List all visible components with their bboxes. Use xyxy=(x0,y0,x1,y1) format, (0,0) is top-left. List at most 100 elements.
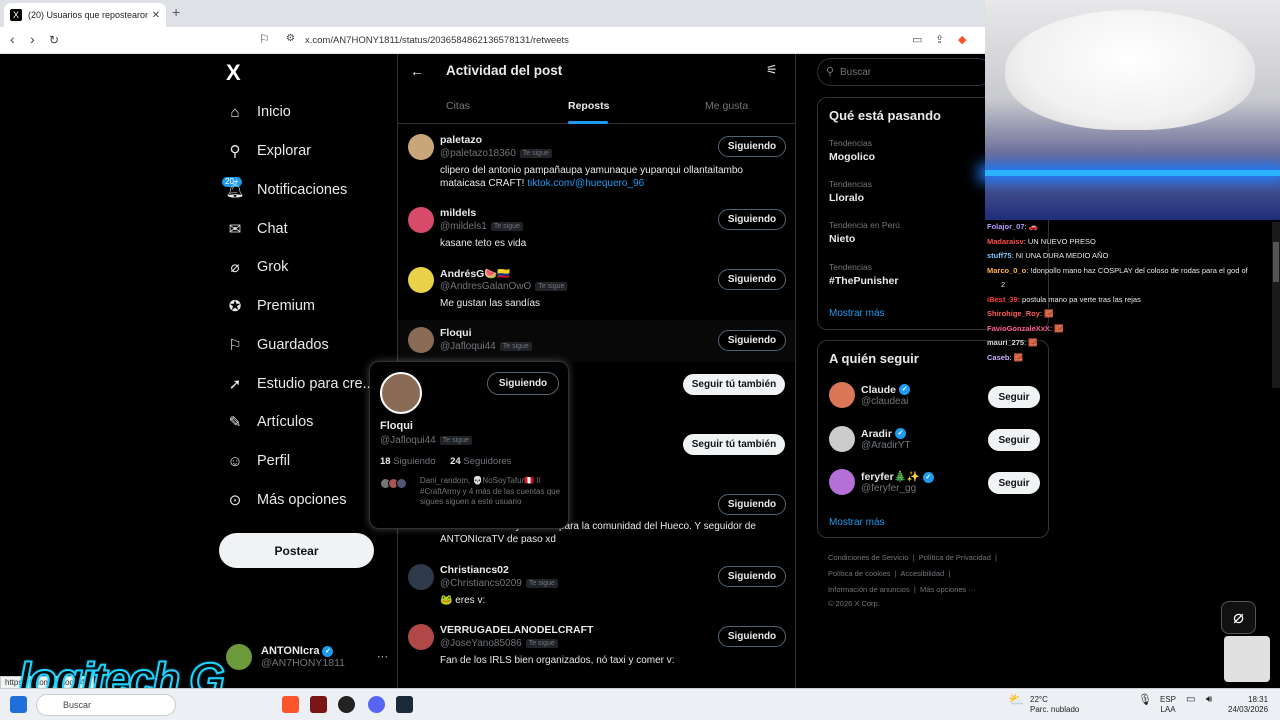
url-field[interactable]: x.com/AN7HONY1811/status/203658486213657… xyxy=(305,35,569,46)
card-user-name[interactable]: Floqui xyxy=(380,420,413,432)
show-more-link[interactable]: Mostrar más xyxy=(829,308,885,319)
nav-more[interactable]: ⊙ Más opciones xyxy=(226,485,347,515)
suggested-user[interactable]: Aradir ✓ @AradirYT xyxy=(829,426,911,452)
new-tab-icon[interactable]: + xyxy=(172,4,180,20)
avatar[interactable] xyxy=(380,372,422,414)
footer-link[interactable]: Política de cookies xyxy=(828,569,891,578)
filter-icon[interactable]: ⚟ xyxy=(766,62,778,78)
nav-label: Artículos xyxy=(257,414,314,430)
following-stat[interactable]: 18 Siguiendo xyxy=(380,456,435,467)
share-icon[interactable]: ⇪ xyxy=(935,33,944,46)
following-button[interactable]: Siguiendo xyxy=(718,494,786,515)
follow-button[interactable]: Seguir xyxy=(988,429,1040,451)
following-button[interactable]: Siguiendo xyxy=(718,209,786,230)
nav-label: Inicio xyxy=(257,104,291,120)
obs-icon[interactable] xyxy=(338,696,355,713)
weather-icon: ⛅ xyxy=(1008,692,1025,707)
user-name: VERRUGADELANODELCRAFT xyxy=(440,624,594,636)
chat-line: stuff75: NI UNA DURA MEDIO AÑO xyxy=(987,251,1109,260)
post-button[interactable]: Postear xyxy=(219,533,374,568)
following-button[interactable]: Siguiendo xyxy=(718,269,786,290)
bio-link[interactable]: tiktok.com/@huequero_96 xyxy=(527,178,644,189)
language-indicator[interactable]: ESP LAA xyxy=(1160,695,1176,715)
profile-hover-card: Siguiendo Floqui @Jafloqui44 Te sigue 18 … xyxy=(369,361,569,529)
following-button[interactable]: Siguiendo xyxy=(718,136,786,157)
footer-link[interactable]: Condiciones de Servicio xyxy=(828,553,908,562)
nav-chat[interactable]: ✉ Chat xyxy=(226,214,288,244)
account-menu-icon[interactable]: ··· xyxy=(377,651,388,663)
show-more-link[interactable]: Mostrar más xyxy=(829,517,885,528)
nav-articles[interactable]: ✎ Artículos xyxy=(226,407,314,437)
following-button[interactable]: Siguiendo xyxy=(718,626,786,647)
close-tab-icon[interactable]: ✕ xyxy=(152,10,160,21)
weather-widget[interactable]: 22°C Parc. nublado xyxy=(1030,695,1079,715)
suggested-user[interactable]: feryfer🎄✨ ✓ @feryfer_gg xyxy=(829,469,934,495)
avatar xyxy=(226,644,252,670)
discord-icon[interactable] xyxy=(368,696,385,713)
trend-item[interactable]: Tendencias Lloralo xyxy=(829,179,872,204)
suggested-user[interactable]: Claude ✓ @claudeai xyxy=(829,382,911,408)
user-handle: @Jafloqui44 xyxy=(440,341,496,352)
follow-back-button[interactable]: Seguir tú también xyxy=(683,374,785,395)
following-button[interactable]: Siguiendo xyxy=(718,330,786,351)
followed-by-text[interactable]: Dani_random, 💀NoSoyTafur🇵🇪 II #CraftArmy… xyxy=(420,476,562,508)
volume-icon[interactable]: 🔊︎ xyxy=(1206,695,1212,705)
follow-back-button[interactable]: Seguir tú también xyxy=(683,434,785,455)
footer-link[interactable]: Información de anuncios xyxy=(828,585,910,594)
browser-tab[interactable]: X (20) Usuarios que repostearon e ✕ xyxy=(4,3,166,27)
footer-link[interactable]: Accesibilidad xyxy=(900,569,944,578)
nav-profile[interactable]: ☺ Perfil xyxy=(226,446,290,476)
followers-stat[interactable]: 24 Seguidores xyxy=(450,456,511,467)
nav-explore[interactable]: ⚲ Explorar xyxy=(226,136,312,166)
back-icon[interactable]: ‹ xyxy=(10,31,15,47)
account-switcher[interactable]: ANTONIcra ✓ @AN7HONY1811 ··· xyxy=(226,644,388,670)
trend-item[interactable]: Tendencias #ThePunisher xyxy=(829,262,898,287)
footer-link[interactable]: Política de Privacidad xyxy=(919,553,991,562)
cast-icon[interactable]: ▭ xyxy=(912,33,922,46)
x-logo-icon[interactable]: X xyxy=(226,60,241,86)
app-icon[interactable] xyxy=(310,696,327,713)
search-input[interactable]: ⚲ Buscar xyxy=(817,58,992,86)
avatar xyxy=(408,624,434,650)
steam-icon[interactable] xyxy=(396,696,413,713)
trend-item[interactable]: Tendencias Mogolico xyxy=(829,138,875,163)
slash-logo-icon: ⌀ xyxy=(1221,601,1256,634)
site-settings-icon[interactable]: ⚙ xyxy=(286,33,295,44)
nav-home[interactable]: ⌂ Inicio xyxy=(226,97,291,127)
footer-link[interactable]: Más opciones ··· xyxy=(920,585,976,594)
tab-me-gusta[interactable]: Me gusta xyxy=(705,100,748,112)
card-user-handle[interactable]: @Jafloqui44 xyxy=(380,435,436,446)
follow-button[interactable]: Seguir xyxy=(988,386,1040,408)
nav-label: Estudio para cre... xyxy=(257,376,375,392)
nav-bookmarks[interactable]: ⚐ Guardados xyxy=(226,330,328,360)
network-icon[interactable]: ▭ xyxy=(1186,695,1195,705)
nav-premium[interactable]: ✪ Premium xyxy=(226,291,315,321)
avatar xyxy=(829,469,855,495)
active-tab-indicator xyxy=(568,121,608,124)
brave-shield-icon[interactable]: ◆ xyxy=(958,33,966,46)
chat-scrollbar[interactable] xyxy=(1272,222,1280,388)
tab-citas[interactable]: Citas xyxy=(446,100,470,112)
follows-you-badge: Te sigue xyxy=(490,221,523,231)
bookmark-page-icon[interactable]: ⚐ xyxy=(259,32,270,46)
clock[interactable]: 18:31 24/03/2026 xyxy=(1228,695,1268,715)
list-item[interactable]: Floqui @Jafloqui44 Te sigue Siguiendo xyxy=(398,320,795,362)
following-button[interactable]: Siguiendo xyxy=(718,566,786,587)
tab-reposts[interactable]: Reposts xyxy=(568,100,609,112)
follow-button[interactable]: Seguir xyxy=(988,472,1040,494)
nav-notifications[interactable]: 🔔︎ Notificaciones xyxy=(225,175,347,205)
forward-icon[interactable]: › xyxy=(30,31,35,47)
avatar xyxy=(408,267,434,293)
taskbar-search[interactable]: Buscar xyxy=(36,694,176,716)
page-header: ← Actividad del post ⚟ xyxy=(398,54,795,89)
reload-icon[interactable]: ↻ xyxy=(49,33,59,47)
brave-icon[interactable] xyxy=(282,696,299,713)
following-button[interactable]: Siguiendo xyxy=(487,372,559,395)
nav-creator-studio[interactable]: ➚ Estudio para cre... xyxy=(226,369,375,399)
nav-grok[interactable]: ⌀ Grok xyxy=(226,252,288,282)
windows-start-icon[interactable] xyxy=(10,696,27,713)
trend-item[interactable]: Tendencia en Perú Nieto xyxy=(829,220,900,245)
back-arrow-icon[interactable]: ← xyxy=(410,63,424,79)
microphone-icon[interactable]: 🎙︎ xyxy=(1138,695,1152,706)
bell-icon: 🔔︎ xyxy=(225,182,245,199)
